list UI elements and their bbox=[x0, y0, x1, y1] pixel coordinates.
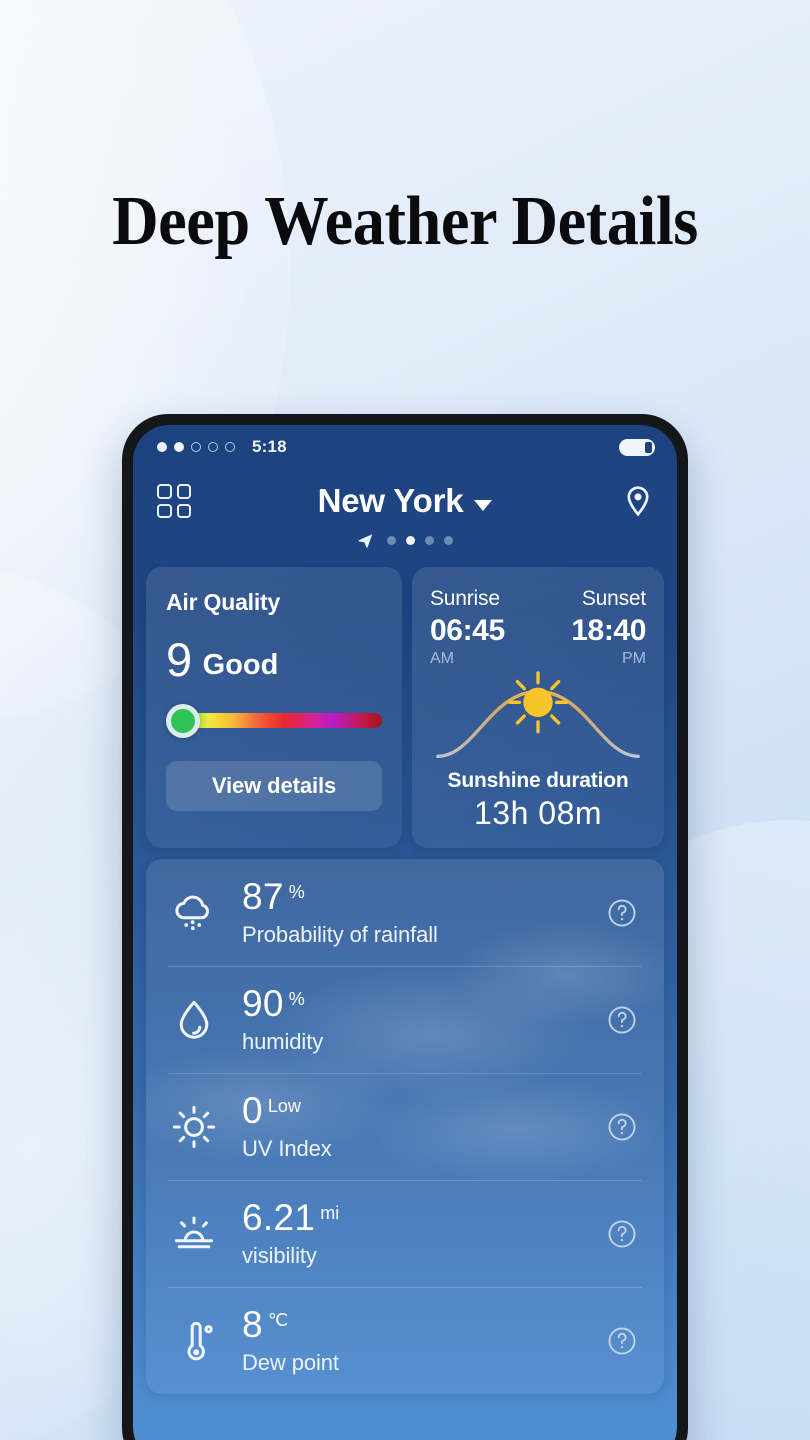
location-pin-icon[interactable] bbox=[621, 484, 655, 518]
air-quality-title: Air Quality bbox=[166, 589, 281, 615]
signal-dot bbox=[225, 442, 235, 452]
detail-label: visibility bbox=[242, 1242, 317, 1268]
thermometer-icon bbox=[168, 1315, 220, 1367]
page-dot-active[interactable] bbox=[406, 535, 415, 545]
detail-text: 8 ℃ Dew point bbox=[242, 1306, 606, 1376]
detail-text: 87 % Probability of rainfall bbox=[242, 878, 606, 948]
detail-unit: mi bbox=[320, 1202, 340, 1223]
grid-icon-cell bbox=[176, 484, 191, 499]
page-dot[interactable] bbox=[387, 535, 396, 545]
sunshine-duration-label: Sunshine duration bbox=[447, 769, 629, 793]
grid-icon-cell bbox=[157, 503, 172, 518]
sun-arc-icon bbox=[430, 666, 646, 769]
sun-times: Sunrise 06:45 AM Sunset 18:40 PM bbox=[430, 587, 646, 668]
battery-icon bbox=[619, 438, 655, 456]
help-circle-icon[interactable] bbox=[606, 1218, 638, 1250]
phone-mockup-frame: 5:18 New York Air Quality 9 Good View de… bbox=[122, 414, 688, 1440]
air-quality-category: Good bbox=[202, 649, 279, 682]
detail-text: 6.21 mi visibility bbox=[242, 1199, 606, 1269]
air-quality-card: Air Quality 9 Good View details bbox=[146, 567, 402, 849]
status-bar: 5:18 bbox=[133, 425, 677, 469]
sunrise-label: Sunrise bbox=[430, 587, 500, 610]
detail-label: Dew point bbox=[242, 1349, 339, 1375]
city-name[interactable]: New York bbox=[318, 482, 464, 520]
signal-dot bbox=[174, 442, 184, 452]
detail-unit: % bbox=[288, 988, 305, 1009]
detail-value: 8 bbox=[242, 1303, 263, 1345]
detail-value-line: 90 % bbox=[242, 985, 606, 1022]
navigation-arrow-icon bbox=[357, 532, 374, 549]
sunrise-time: 06:45 bbox=[430, 614, 505, 647]
detail-row[interactable]: 90 % humidity bbox=[146, 966, 664, 1073]
air-quality-slider-thumb[interactable] bbox=[166, 703, 201, 738]
detail-row[interactable]: 87 % Probability of rainfall bbox=[146, 859, 664, 966]
detail-value-line: 0 Low bbox=[242, 1092, 606, 1129]
help-circle-icon[interactable] bbox=[606, 1111, 638, 1143]
air-quality-reading: 9 Good bbox=[166, 633, 382, 686]
grid-icon[interactable] bbox=[157, 484, 191, 518]
phone-screen: 5:18 New York Air Quality 9 Good View de… bbox=[133, 425, 677, 1440]
signal-dot bbox=[191, 442, 201, 452]
help-circle-icon[interactable] bbox=[606, 1325, 638, 1357]
top-cards-row: Air Quality 9 Good View details Sunrise … bbox=[133, 553, 677, 849]
detail-value-line: 8 ℃ bbox=[242, 1306, 606, 1343]
view-details-button[interactable]: View details bbox=[166, 760, 382, 811]
app-header: New York bbox=[133, 469, 677, 533]
detail-row[interactable]: 8 ℃ Dew point bbox=[146, 1287, 664, 1394]
help-circle-icon[interactable] bbox=[606, 897, 638, 929]
detail-value-line: 87 % bbox=[242, 878, 606, 915]
detail-row[interactable]: 6.21 mi visibility bbox=[146, 1180, 664, 1287]
status-bar-time: 5:18 bbox=[252, 437, 287, 456]
sunset-block: Sunset 18:40 PM bbox=[571, 587, 646, 668]
rain-cloud-icon bbox=[168, 887, 220, 939]
signal-dot bbox=[157, 442, 167, 452]
page-dot[interactable] bbox=[425, 535, 434, 545]
help-circle-icon[interactable] bbox=[606, 1004, 638, 1036]
detail-unit: % bbox=[288, 881, 305, 902]
humidity-droplet-icon bbox=[168, 994, 220, 1046]
sunrise-block: Sunrise 06:45 AM bbox=[430, 587, 505, 668]
detail-text: 0 Low UV Index bbox=[242, 1092, 606, 1162]
detail-value: 87 bbox=[242, 875, 284, 917]
detail-text: 90 % humidity bbox=[242, 985, 606, 1055]
detail-label: UV Index bbox=[242, 1135, 332, 1161]
detail-unit: ℃ bbox=[267, 1309, 289, 1330]
chevron-down-icon[interactable] bbox=[474, 499, 493, 511]
visibility-sunrise-icon bbox=[168, 1208, 220, 1260]
detail-value: 0 bbox=[242, 1089, 263, 1131]
detail-label: Probability of rainfall bbox=[242, 921, 438, 947]
sunshine-duration-value: 13h 08m bbox=[473, 795, 603, 832]
detail-row[interactable]: 0 Low UV Index bbox=[146, 1073, 664, 1180]
weather-details-card: 87 % Probability of rainfall 90 % humidi… bbox=[146, 859, 664, 1395]
detail-value: 90 bbox=[242, 982, 284, 1024]
promo-headline: Deep Weather Details bbox=[112, 183, 698, 260]
detail-value: 6.21 bbox=[242, 1196, 316, 1238]
signal-dot bbox=[208, 442, 218, 452]
detail-label: humidity bbox=[242, 1028, 324, 1054]
detail-unit: Low bbox=[267, 1095, 301, 1116]
detail-value-line: 6.21 mi bbox=[242, 1199, 606, 1236]
city-selector: New York bbox=[133, 482, 677, 520]
sun-icon bbox=[168, 1101, 220, 1153]
grid-icon-cell bbox=[176, 503, 191, 518]
grid-icon-cell bbox=[157, 484, 172, 499]
sunset-time: 18:40 bbox=[571, 614, 646, 647]
air-quality-slider[interactable] bbox=[166, 703, 382, 738]
sunrise-sunset-card: Sunrise 06:45 AM Sunset 18:40 PM Sunshin… bbox=[412, 567, 664, 849]
signal-dots bbox=[157, 442, 235, 452]
sunset-label: Sunset bbox=[581, 587, 646, 610]
air-quality-index: 9 bbox=[166, 633, 193, 686]
page-dot[interactable] bbox=[444, 535, 453, 545]
